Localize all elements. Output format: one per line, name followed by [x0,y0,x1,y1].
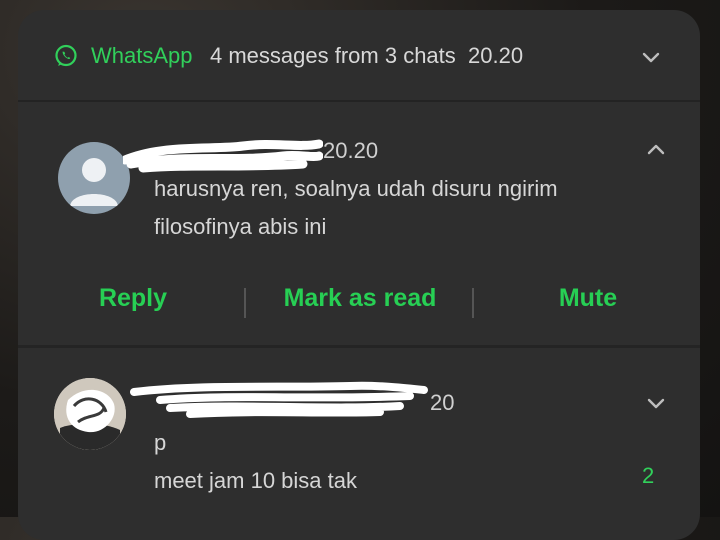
unread-count-badge: 2 [642,463,655,488]
sender-name-redacted [130,381,428,418]
notification-summary: 4 messages from 3 chats 20.20 [210,43,523,69]
message-time: 20 [430,390,455,415]
message-line: filosofinya abis ini [154,214,327,239]
message-body: harusnya ren, soalnya udah disuru ngirim… [154,170,558,246]
action-divider [472,288,474,318]
sender-name-redacted [123,139,323,173]
message-time: 20.20 [323,138,379,163]
avatar [58,142,130,214]
header-time: 20.20 [468,43,524,68]
message-line: harusnya ren, soalnya udah disuru ngirim [154,176,558,201]
message-body: p meet jam 10 bisa tak [154,424,357,500]
summary-text: 4 messages from 3 chats [210,43,456,68]
action-divider [244,288,246,318]
notification-item[interactable]: 20 p meet jam 10 bisa tak 2 [18,348,700,540]
notification-item[interactable]: 20.20 harusnya ren, soalnya udah disuru … [18,102,700,348]
message-line: p [154,430,167,455]
chevron-down-icon[interactable] [645,392,667,414]
chevron-up-icon[interactable] [645,138,667,160]
whatsapp-icon [54,44,78,68]
reply-button[interactable]: Reply [78,284,188,313]
chevron-down-icon[interactable] [640,46,662,68]
mark-as-read-button[interactable]: Mark as read [270,284,450,313]
notification-panel: WhatsApp 4 messages from 3 chats 20.20 2… [18,10,700,540]
mute-button[interactable]: Mute [538,284,638,313]
app-name: WhatsApp [91,43,193,68]
avatar [54,378,126,450]
notification-group-header[interactable]: WhatsApp 4 messages from 3 chats 20.20 [18,10,700,102]
message-line: meet jam 10 bisa tak [154,468,357,493]
